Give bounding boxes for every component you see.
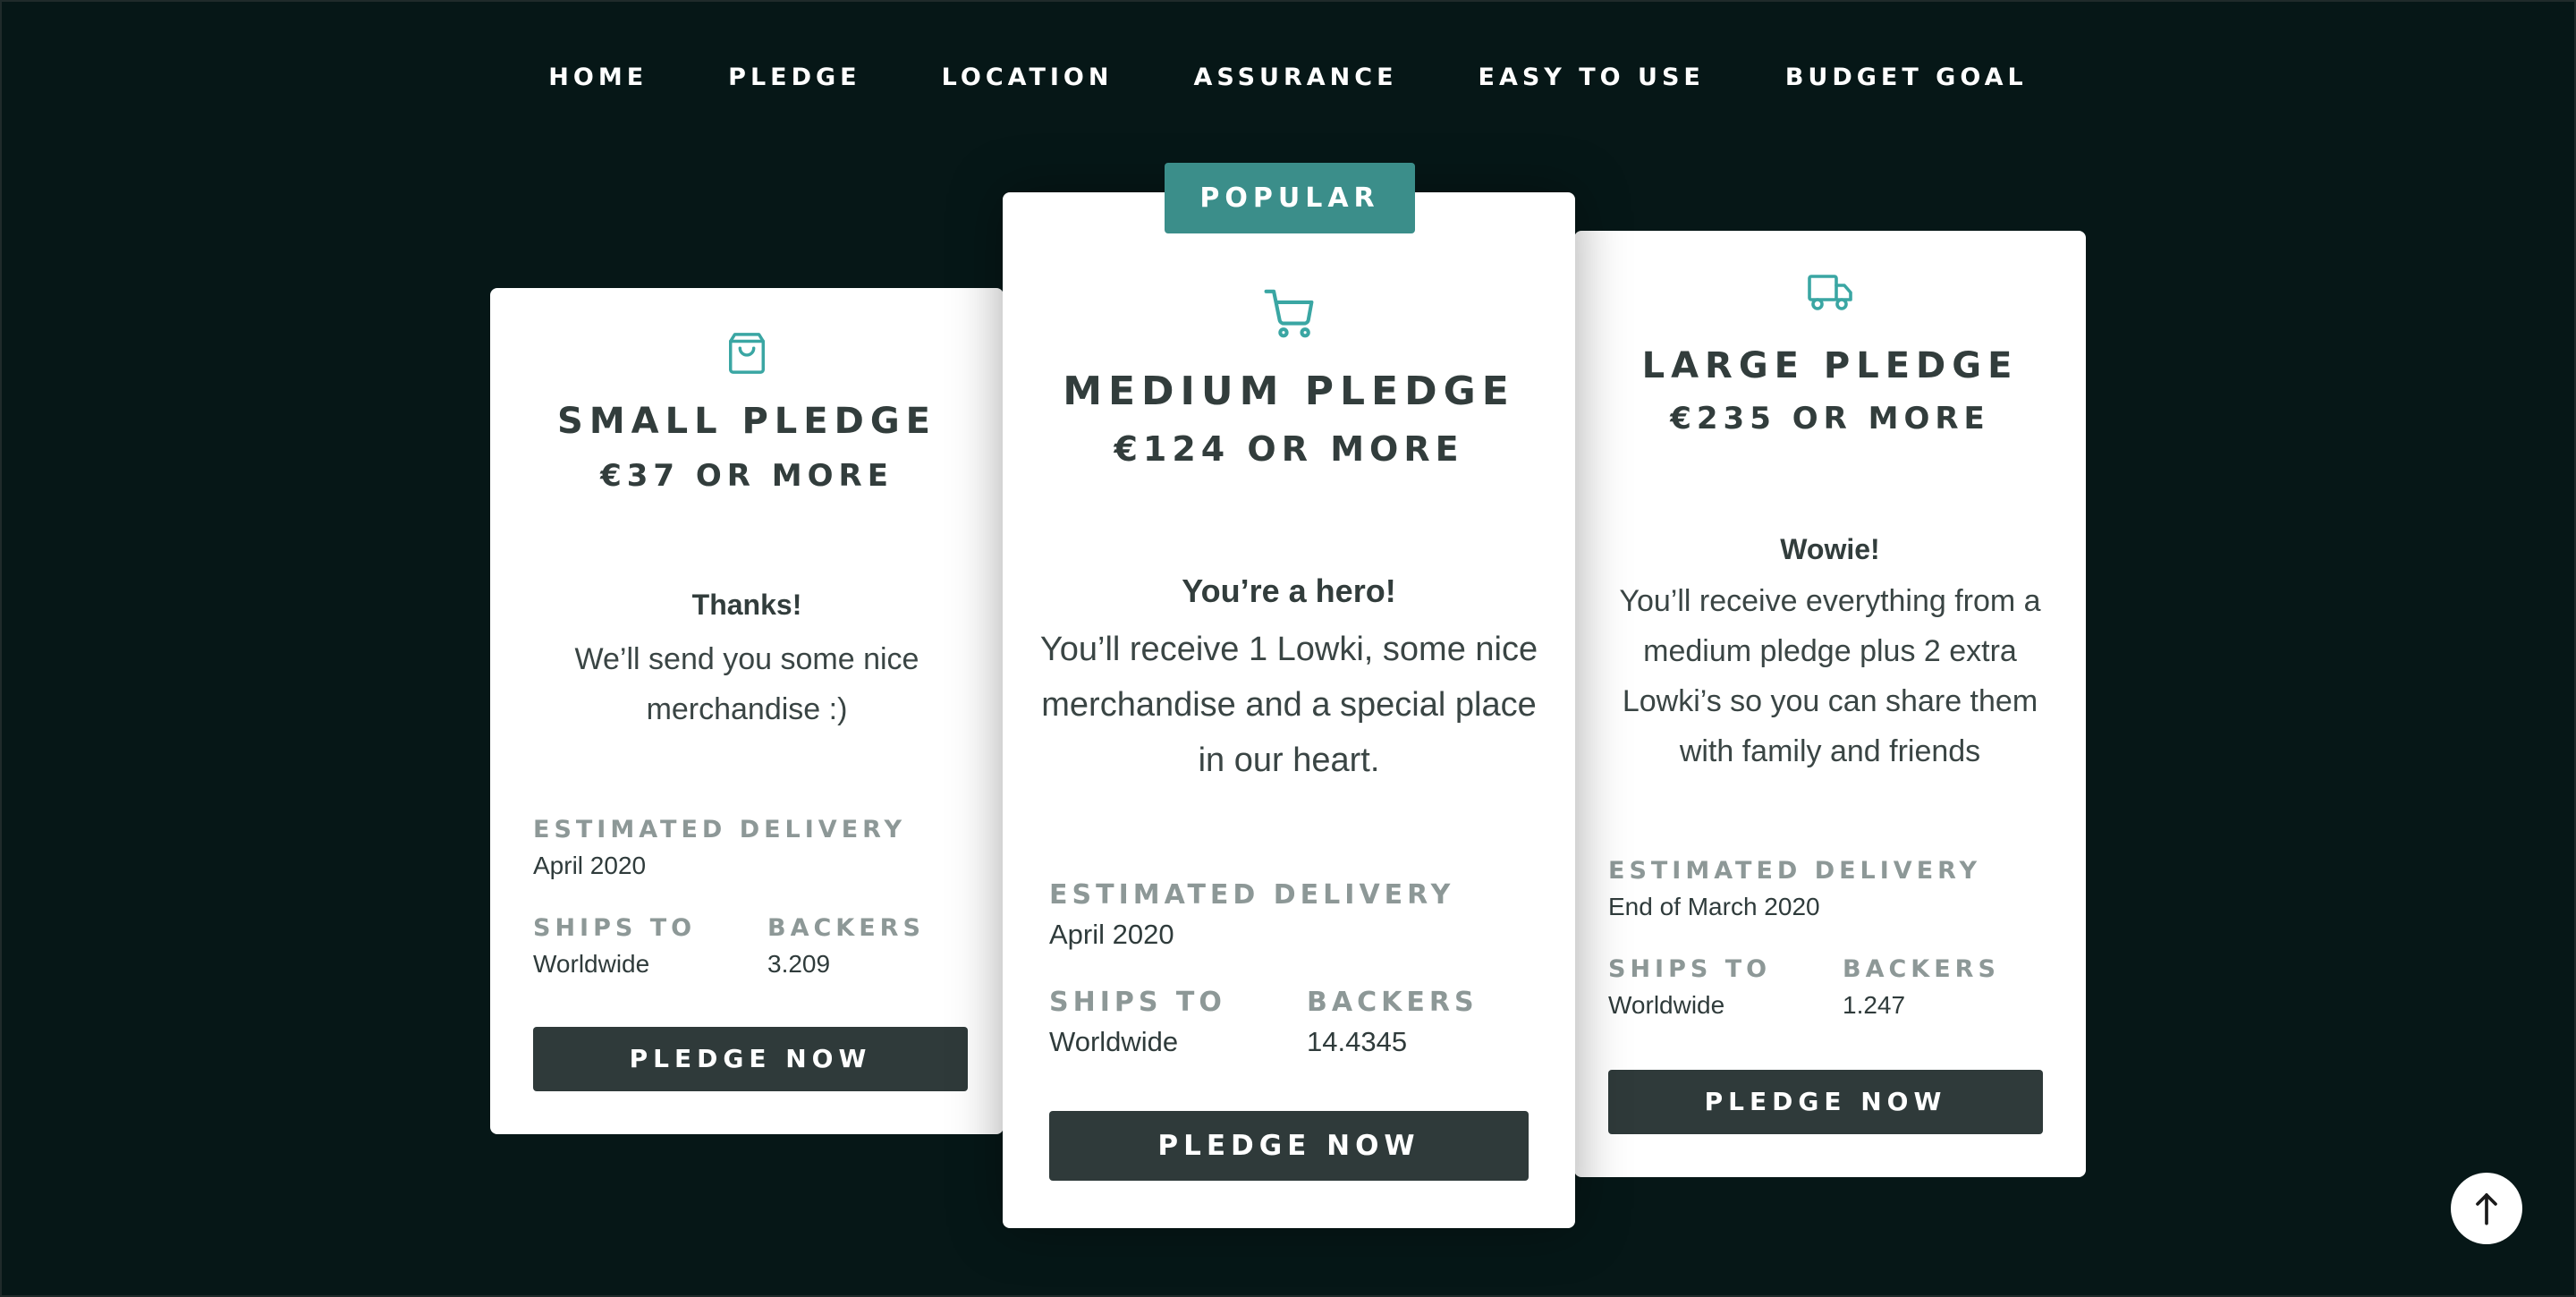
arrow-up-icon bbox=[2471, 1191, 2502, 1226]
main-nav: HOME PLEDGE LOCATION ASSURANCE EASY TO U… bbox=[0, 63, 2576, 93]
pledge-now-button-large[interactable]: PLEDGE NOW bbox=[1608, 1070, 2043, 1134]
truck-icon bbox=[1807, 272, 1853, 313]
pledge-card-large: LARGE PLEDGE €235 OR MORE Wowie! You’ll … bbox=[1574, 231, 2086, 1177]
pledge-card-small: SMALL PLEDGE €37 OR MORE Thanks! We’ll s… bbox=[490, 288, 1004, 1134]
backers-value: 3.209 bbox=[767, 950, 831, 978]
backers-value: 1.247 bbox=[1843, 991, 1906, 1019]
pledge-intro: Wowie! bbox=[1780, 533, 1880, 565]
ships-to-value: Worldwide bbox=[1049, 1026, 1179, 1057]
pledge-title: MEDIUM PLEDGE bbox=[1063, 369, 1515, 414]
backers-label: BACKERS bbox=[767, 914, 925, 942]
ships-to-label: SHIPS TO bbox=[1608, 955, 1772, 983]
delivery-label: ESTIMATED DELIVERY bbox=[533, 816, 907, 843]
shopping-cart-icon bbox=[1263, 287, 1315, 339]
pledge-card-medium: MEDIUM PLEDGE €124 OR MORE You’re a hero… bbox=[1003, 192, 1575, 1228]
pledge-description: You’ll receive everything from a medium … bbox=[1619, 584, 2041, 768]
pledge-description: You’ll receive 1 Lowki, some nice mercha… bbox=[1039, 631, 1538, 779]
pledge-description: We’ll send you some nice merchandise :) bbox=[574, 642, 919, 726]
nav-item-easy-to-use[interactable]: EASY TO USE bbox=[1479, 63, 1705, 93]
backers-label: BACKERS bbox=[1843, 955, 2000, 983]
ships-to-value: Worldwide bbox=[533, 950, 650, 978]
ships-to-label: SHIPS TO bbox=[533, 914, 697, 942]
pledge-price: €235 OR MORE bbox=[1670, 401, 1990, 437]
ships-to-value: Worldwide bbox=[1608, 991, 1725, 1019]
nav-item-location[interactable]: LOCATION bbox=[942, 63, 1114, 93]
backers-value: 14.4345 bbox=[1307, 1026, 1408, 1057]
pledge-now-button-small[interactable]: PLEDGE NOW bbox=[533, 1027, 968, 1091]
delivery-value: End of March 2020 bbox=[1608, 893, 1820, 920]
delivery-label: ESTIMATED DELIVERY bbox=[1608, 857, 1982, 885]
shopping-bag-icon bbox=[725, 331, 768, 376]
pledge-title: SMALL PLEDGE bbox=[557, 401, 936, 442]
pledge-title: LARGE PLEDGE bbox=[1641, 345, 2019, 386]
nav-item-assurance[interactable]: ASSURANCE bbox=[1193, 63, 1397, 93]
pledge-intro: Thanks! bbox=[691, 589, 802, 621]
pledge-price: €124 OR MORE bbox=[1114, 429, 1464, 469]
nav-item-pledge[interactable]: PLEDGE bbox=[728, 63, 860, 93]
pledge-price: €37 OR MORE bbox=[600, 458, 894, 494]
delivery-label: ESTIMATED DELIVERY bbox=[1049, 879, 1455, 911]
pledge-intro: You’re a hero! bbox=[1182, 572, 1396, 609]
nav-item-home[interactable]: HOME bbox=[548, 63, 648, 93]
popular-badge: POPULAR bbox=[1165, 163, 1415, 233]
ships-to-label: SHIPS TO bbox=[1049, 987, 1226, 1018]
nav-item-budget-goal[interactable]: BUDGET GOAL bbox=[1785, 63, 2028, 93]
pledge-now-button-medium[interactable]: PLEDGE NOW bbox=[1049, 1111, 1529, 1181]
delivery-value: April 2020 bbox=[533, 852, 647, 879]
delivery-value: April 2020 bbox=[1049, 919, 1174, 950]
backers-label: BACKERS bbox=[1307, 987, 1479, 1018]
scroll-to-top-button[interactable] bbox=[2451, 1173, 2522, 1244]
